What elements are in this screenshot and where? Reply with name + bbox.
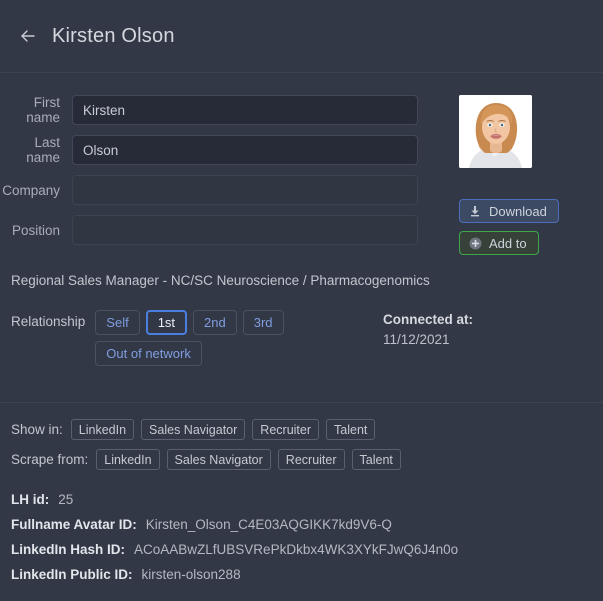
show-in-row: Show in: LinkedIn Sales Navigator Recrui… [11,419,603,440]
metadata-row-linkedin-public-id: LinkedIn Public ID: kirsten-olson288 [11,567,603,582]
show-in-sales-navigator[interactable]: Sales Navigator [141,419,246,440]
avatar [459,95,532,168]
relationship-label: Relationship [11,314,86,329]
position-input[interactable] [72,215,418,245]
form-row-company: Company [0,175,440,205]
scrape-from-recruiter[interactable]: Recruiter [277,449,345,470]
scrape-from-row: Scrape from: LinkedIn Sales Navigator Re… [11,449,603,470]
plus-circle-icon [468,236,482,250]
relationship-option-1st[interactable]: 1st [145,310,188,335]
relationship-section: Relationship Self 1st 2nd 3rd Out of net… [11,310,603,366]
scrape-from-talent[interactable]: Talent [351,449,401,470]
connected-at-date: 11/12/2021 [382,332,450,347]
profile-form: First name Last name Company Position [0,95,440,255]
profile-form-area: First name Last name Company Position [0,95,603,255]
page-header: Kirsten Olson [0,0,603,73]
linkedin-public-id-value: kirsten-olson288 [141,567,241,582]
back-button[interactable] [14,22,42,50]
first-name-input[interactable] [72,95,418,125]
profile-side-column: Download Add to [440,95,603,255]
relationship-option-out-of-network[interactable]: Out of network [95,341,202,366]
position-label: Position [11,222,60,238]
metadata-row-fullname-avatar-id: Fullname Avatar ID: Kirsten_Olson_C4E03A… [11,517,603,532]
fullname-avatar-id-value: Kirsten_Olson_C4E03AQGIKK7kd9V6-Q [145,517,392,532]
linkedin-hash-id-value: ACoAABwZLfUBSVRePkDkbx4WK3XYkFJwQ6J4n0o [134,542,459,557]
company-label: Company [2,182,60,198]
download-button-label: Download [489,203,547,219]
arrow-left-icon [18,26,38,46]
add-to-button[interactable]: Add to [459,231,539,255]
lh-id-label: LH id: [11,492,50,507]
linkedin-hash-id-label: LinkedIn Hash ID: [11,542,126,557]
connected-at-label: Connected at: [382,312,473,327]
metadata-row-lh-id: LH id: 25 [11,492,603,507]
relationship-option-3rd[interactable]: 3rd [242,310,284,335]
metadata-row-linkedin-hash-id: LinkedIn Hash ID: ACoAABwZLfUBSVRePkDkbx… [11,542,603,557]
side-action-buttons: Download Add to [459,199,603,255]
relationship-options: Self 1st 2nd 3rd Out of network [95,310,355,366]
relationship-option-2nd[interactable]: 2nd [193,310,237,335]
profile-headline: Regional Sales Manager - NC/SC Neuroscie… [11,273,430,288]
scrape-from-linkedin[interactable]: LinkedIn [96,449,160,470]
profile-detail-page: Kirsten Olson First name Last name Compa… [0,0,603,601]
section-divider [0,402,603,403]
scrape-from-sales-navigator[interactable]: Sales Navigator [166,449,271,470]
lh-id-value: 25 [58,492,74,507]
download-button[interactable]: Download [459,199,559,223]
fullname-avatar-id-label: Fullname Avatar ID: [11,517,137,532]
first-name-label: First name [26,95,60,125]
scrape-from-label: Scrape from: [11,452,89,467]
show-in-linkedin[interactable]: LinkedIn [70,419,135,440]
last-name-input[interactable] [72,135,418,165]
show-in-label: Show in: [11,422,63,437]
download-icon [468,204,482,218]
add-to-button-label: Add to [489,235,527,251]
form-row-first-name: First name [0,95,440,125]
relationship-option-self[interactable]: Self [95,310,140,335]
page-body: First name Last name Company Position [0,73,603,582]
metadata-list: LH id: 25 Fullname Avatar ID: Kirsten_Ol… [11,492,603,582]
company-input[interactable] [72,175,418,205]
page-title: Kirsten Olson [52,24,175,47]
form-row-position: Position [0,215,440,245]
linkedin-public-id-label: LinkedIn Public ID: [11,567,133,582]
show-in-talent[interactable]: Talent [326,419,376,440]
last-name-label: Last name [26,135,60,165]
form-row-last-name: Last name [0,135,440,165]
connected-at-block: Connected at: 11/12/2021 [383,310,473,347]
show-in-recruiter[interactable]: Recruiter [252,419,320,440]
